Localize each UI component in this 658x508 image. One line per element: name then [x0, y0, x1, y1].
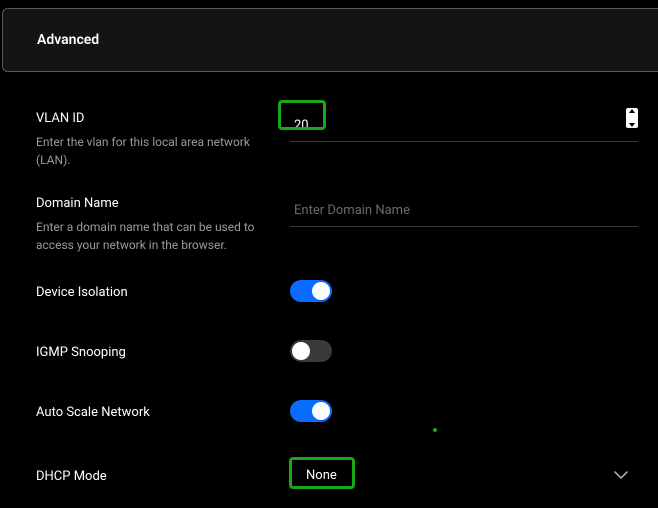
vlan-description: Enter the vlan for this local area netwo…: [36, 134, 256, 169]
isolation-label: Device Isolation: [36, 284, 270, 302]
domain-row: Domain Name Enter a domain name that can…: [36, 195, 638, 254]
stepper-up-icon[interactable]: [629, 109, 635, 113]
isolation-row: Device Isolation: [36, 280, 638, 306]
domain-description: Enter a domain name that can be used to …: [36, 219, 256, 254]
indicator-dot: [433, 428, 437, 432]
domain-label: Domain Name: [36, 195, 270, 213]
igmp-label: IGMP Snooping: [36, 344, 270, 362]
autoscale-row: Auto Scale Network: [36, 400, 638, 426]
toggle-knob: [312, 282, 330, 300]
vlan-stepper[interactable]: [626, 108, 638, 128]
domain-placeholder: Enter Domain Name: [294, 203, 410, 218]
dhcp-value: None: [306, 468, 337, 483]
advanced-header: Advanced: [2, 8, 658, 72]
igmp-row: IGMP Snooping: [36, 340, 638, 366]
toggle-knob: [292, 342, 310, 360]
vlan-value: 20: [294, 118, 309, 133]
autoscale-label: Auto Scale Network: [36, 404, 270, 422]
autoscale-toggle[interactable]: [290, 400, 332, 422]
vlan-row: VLAN ID Enter the vlan for this local ar…: [36, 110, 638, 169]
dhcp-select[interactable]: None: [290, 460, 638, 491]
isolation-toggle[interactable]: [290, 280, 332, 302]
dhcp-row: DHCP Mode None: [36, 460, 638, 491]
toggle-knob: [312, 402, 330, 420]
stepper-down-icon[interactable]: [629, 123, 635, 127]
section-title: Advanced: [37, 32, 99, 48]
settings-content: VLAN ID Enter the vlan for this local ar…: [0, 92, 658, 508]
vlan-input[interactable]: 20: [290, 110, 638, 142]
igmp-toggle[interactable]: [290, 340, 332, 362]
domain-input[interactable]: Enter Domain Name: [290, 195, 638, 227]
dhcp-label: DHCP Mode: [36, 468, 270, 486]
chevron-down-icon: [614, 471, 628, 479]
vlan-label: VLAN ID: [36, 110, 270, 128]
